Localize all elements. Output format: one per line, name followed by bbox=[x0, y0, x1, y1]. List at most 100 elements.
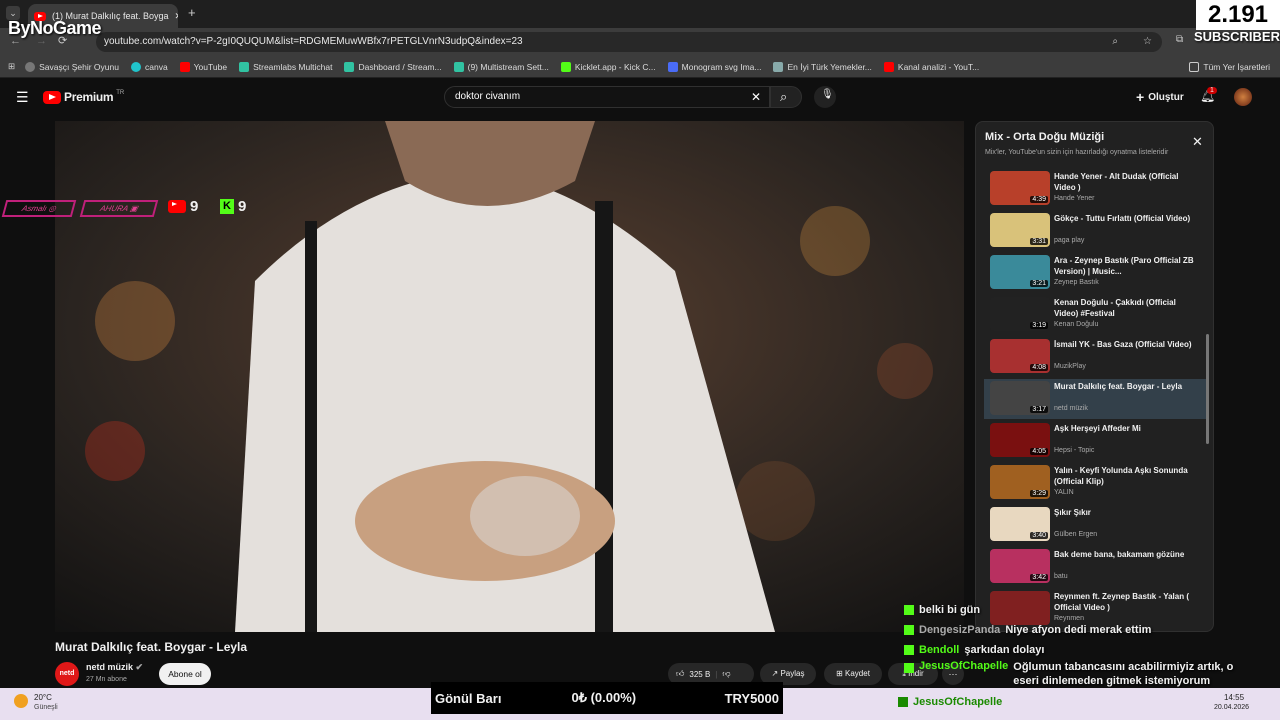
extensions-icon[interactable]: ⧉ bbox=[1176, 34, 1190, 48]
zoom-icon[interactable]: ⌕ bbox=[1112, 32, 1118, 52]
youtube-icon bbox=[179, 61, 190, 72]
playlist-item-channel: MuzikPlay bbox=[1054, 363, 1086, 370]
folder-icon bbox=[1189, 61, 1200, 72]
search-input[interactable]: doktor civanım ✕ bbox=[444, 86, 770, 108]
playlist-item[interactable]: 3:42 Bak deme bana, bakamam gözüne batu bbox=[984, 547, 1206, 587]
donation-goal-bar: Gönül Barı 0₺ (0.00%) TRY5000 bbox=[431, 682, 783, 714]
playlist-item[interactable]: 4:05 Aşk Herşeyi Affeder Mi Hepsi - Topic bbox=[984, 421, 1206, 461]
goal-label: Gönül Barı bbox=[435, 690, 502, 706]
playlist-item-channel: batu bbox=[1054, 573, 1068, 580]
create-button[interactable]: + Oluştur bbox=[1136, 89, 1184, 105]
bookmark-item[interactable]: Kicklet.app - Kick C... bbox=[560, 61, 656, 72]
all-bookmarks[interactable]: Tüm Yer İşaretleri bbox=[1189, 61, 1270, 72]
save-button[interactable]: ⊞ Kaydet bbox=[824, 663, 882, 685]
bookmark-item[interactable]: Kanal analizi - YouT... bbox=[883, 61, 979, 72]
duration-badge: 3:17 bbox=[1030, 406, 1048, 413]
tab-close-icon[interactable]: ✕ bbox=[175, 11, 178, 22]
kick-icon bbox=[898, 697, 908, 707]
kick-icon bbox=[904, 605, 914, 615]
plus-icon: + bbox=[1136, 89, 1145, 105]
kick-icon bbox=[904, 625, 914, 635]
duration-badge: 3:29 bbox=[1030, 490, 1048, 497]
duration-badge: 3:21 bbox=[1030, 280, 1048, 287]
playlist-item[interactable]: 4:08 İsmail YK - Bas Gaza (Official Video… bbox=[984, 337, 1206, 377]
playlist-item-title: Aşk Herşeyi Affeder Mi bbox=[1054, 424, 1141, 433]
playlist-item[interactable]: 4:39 Hande Yener - Alt Dudak (Official Vi… bbox=[984, 169, 1206, 209]
playlist-title: Mix - Orta Doğu Müziği bbox=[985, 131, 1105, 143]
playlist-item[interactable]: 3:17 Murat Dalkılıç feat. Boygar - Leyla n… bbox=[984, 379, 1206, 419]
search-button[interactable]: ⌕ bbox=[770, 86, 802, 108]
playlist-item[interactable]: 3:21 Ara - Zeynep Bastık (Paro Official Z… bbox=[984, 253, 1206, 293]
subscriber-label: SUBSCRIBER bbox=[1194, 29, 1280, 44]
clear-search-icon[interactable]: ✕ bbox=[751, 87, 761, 107]
video-title: Murat Dalkılıç feat. Boygar - Leyla bbox=[55, 640, 248, 654]
voice-search-button[interactable]: 🎙︎ bbox=[814, 86, 836, 108]
subscriber-count: 2.191 bbox=[1196, 0, 1280, 30]
like-icon[interactable]: 👍︎ bbox=[676, 669, 684, 679]
playlist-item[interactable]: 3:31 Gökçe - Tuttu Fırlattı (Official Vid… bbox=[984, 211, 1206, 251]
bookmark-item[interactable]: YouTube bbox=[179, 61, 227, 72]
bookmark-item[interactable]: En İyi Türk Yemekler... bbox=[773, 61, 872, 72]
kick-icon: K bbox=[220, 199, 234, 214]
playlist-item-title: Yalın - Keyfi Yolunda Aşkı Sonunda (Offi… bbox=[1054, 466, 1188, 486]
video-thumbnail: 3:40 bbox=[990, 507, 1050, 541]
bookmark-item[interactable]: Monogram svg Ima... bbox=[667, 61, 761, 72]
youtube-logo[interactable]: Premium TR bbox=[43, 90, 124, 104]
playlist-item-channel: YALIN bbox=[1054, 489, 1074, 496]
notification-badge: 1 bbox=[1207, 87, 1217, 94]
video-thumbnail: 3:42 bbox=[990, 549, 1050, 583]
dislike-icon[interactable]: 👎︎ bbox=[722, 669, 730, 679]
youtube-icon bbox=[883, 61, 894, 72]
bookmark-item[interactable]: Dashboard / Stream... bbox=[344, 61, 442, 72]
playlist-item[interactable]: 3:29 Yalın - Keyfi Yolunda Aşkı Sonunda (… bbox=[984, 463, 1206, 503]
playlist-item-channel: netd müzik bbox=[1054, 405, 1088, 412]
duration-badge: 3:42 bbox=[1030, 574, 1048, 581]
bookmark-item[interactable]: canva bbox=[130, 61, 168, 72]
playlist-item-channel: Zeynep Bastık bbox=[1054, 279, 1099, 286]
playlist-item-title: Şıkır Şıkır bbox=[1054, 508, 1091, 517]
channel-avatar[interactable]: netd bbox=[55, 662, 79, 686]
menu-icon[interactable]: ☰ bbox=[16, 89, 29, 106]
bookmark-item[interactable]: (9) Multistream Sett... bbox=[453, 61, 549, 72]
site-icon bbox=[773, 61, 784, 72]
youtube-viewers: 9 bbox=[168, 198, 198, 215]
address-bar[interactable]: youtube.com/watch?v=P-2gI0QUQUM&list=RDG… bbox=[96, 32, 1162, 52]
playlist-item-title: Murat Dalkılıç feat. Boygar - Leyla bbox=[1054, 382, 1183, 391]
video-thumbnail: 3:19 bbox=[990, 297, 1050, 331]
chat-overlay: belki bi gün DengesizPanda Niye afyon de… bbox=[904, 600, 1280, 688]
save-icon: ⊞ bbox=[836, 669, 843, 678]
streamlabs-icon bbox=[239, 61, 250, 72]
goal-value: 0₺ (0.00%) bbox=[571, 690, 637, 705]
kick-icon bbox=[904, 663, 914, 673]
apps-icon[interactable]: ⊞ bbox=[8, 61, 15, 72]
subscribe-button[interactable]: Abone ol bbox=[159, 663, 211, 685]
chat-message: DengesizPanda Niye afyon dedi merak etti… bbox=[904, 620, 1280, 640]
bookmark-star-icon[interactable]: ☆ bbox=[1143, 32, 1152, 52]
duration-badge: 4:05 bbox=[1030, 448, 1048, 455]
channel-brand: ByNoGame bbox=[8, 18, 102, 38]
mic-icon: 🎙︎ bbox=[821, 89, 834, 100]
bookmark-item[interactable]: Savaşçı Şehir Oyunu bbox=[25, 61, 119, 72]
playlist-item-channel: Hande Yener bbox=[1054, 195, 1095, 202]
playlist-panel: Mix - Orta Doğu Müziği Mix'ler, YouTube'… bbox=[975, 121, 1214, 632]
channel-name[interactable]: netd müzik ✔ bbox=[86, 662, 143, 673]
kick-icon bbox=[560, 61, 571, 72]
playlist-scrollbar[interactable] bbox=[1206, 334, 1209, 444]
avatar[interactable] bbox=[1234, 88, 1252, 106]
duration-badge: 3:31 bbox=[1030, 238, 1048, 245]
close-playlist-icon[interactable]: ✕ bbox=[1192, 134, 1203, 150]
new-tab-button[interactable]: + bbox=[188, 5, 196, 20]
chat-message: belki bi gün bbox=[904, 600, 1280, 620]
playlist-item-title: Ara - Zeynep Bastık (Paro Official ZB Ve… bbox=[1054, 256, 1194, 276]
playlist-item[interactable]: 3:19 Kenan Doğulu - Çakkıdı (Official Vid… bbox=[984, 295, 1206, 335]
video-thumbnail: 3:21 bbox=[990, 255, 1050, 289]
playlist-item-title: Kenan Doğulu - Çakkıdı (Official Video) … bbox=[1054, 298, 1176, 318]
url-text: youtube.com/watch?v=P-2gI0QUQUM&list=RDG… bbox=[104, 36, 523, 47]
streamlabs-icon bbox=[453, 61, 464, 72]
doc-icon bbox=[667, 61, 678, 72]
playlist-item-title: Bak deme bana, bakamam gözüne bbox=[1054, 550, 1185, 559]
playlist-item[interactable]: 3:40 Şıkır Şıkır Gülben Ergen bbox=[984, 505, 1206, 545]
bookmark-item[interactable]: Streamlabs Multichat bbox=[239, 61, 332, 72]
sun-icon[interactable] bbox=[14, 694, 28, 708]
chat-message: Bendoll şarkıdan dolayı bbox=[904, 640, 1280, 660]
